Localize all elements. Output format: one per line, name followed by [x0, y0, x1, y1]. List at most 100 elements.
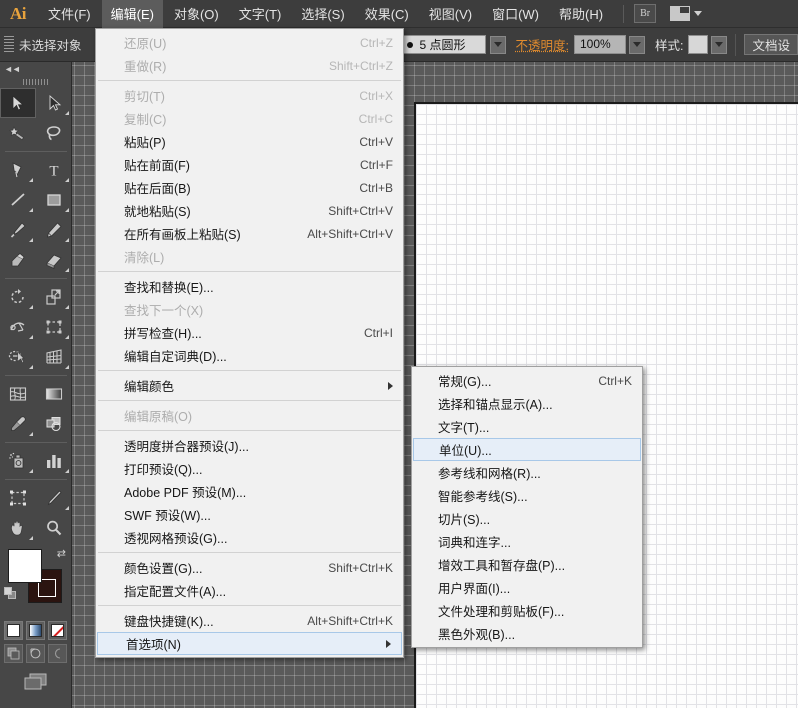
free-transform-tool[interactable]: [36, 312, 72, 342]
menu-effect[interactable]: 效果(C): [356, 0, 418, 28]
pen-tool[interactable]: [0, 155, 36, 185]
menu-item-keyboard-shortcuts[interactable]: 键盘快捷键(K)... Alt+Shift+Ctrl+K: [96, 609, 403, 632]
menu-item-perspective-grid-presets[interactable]: 透视网格预设(G)...: [96, 526, 403, 549]
blob-brush-tool[interactable]: [0, 245, 36, 275]
submenu-item-appearance-of-black[interactable]: 黑色外观(B)...: [412, 622, 642, 645]
screen-mode-button[interactable]: [0, 671, 71, 693]
menu-item-check-spelling[interactable]: 拼写检查(H)... Ctrl+I: [96, 321, 403, 344]
menu-item-print-presets[interactable]: 打印预设(Q)...: [96, 457, 403, 480]
menu-item-paste[interactable]: 粘贴(P) Ctrl+V: [96, 130, 403, 153]
submenu-item-type[interactable]: 文字(T)...: [412, 415, 642, 438]
menu-item-paste-in-front[interactable]: 贴在前面(F) Ctrl+F: [96, 153, 403, 176]
menu-item-edit-colors[interactable]: 编辑颜色: [96, 374, 403, 397]
brush-dropdown[interactable]: [490, 36, 506, 54]
control-bar-grip[interactable]: [4, 36, 14, 54]
type-tool[interactable]: T: [36, 155, 72, 185]
draw-behind-button[interactable]: [26, 644, 45, 663]
menu-view[interactable]: 视图(V): [420, 0, 481, 28]
toolbox-grip[interactable]: [0, 76, 71, 88]
document-setup-button[interactable]: 文档设: [744, 34, 798, 55]
brush-dot-icon: [407, 42, 413, 48]
menu-item-preferences[interactable]: 首选项(N): [97, 632, 402, 655]
menu-item-undo[interactable]: 还原(U) Ctrl+Z: [96, 31, 403, 54]
color-button[interactable]: [4, 621, 23, 640]
submenu-item-general[interactable]: 常规(G)... Ctrl+K: [412, 369, 642, 392]
menu-item-paste-in-place[interactable]: 就地粘贴(S) Shift+Ctrl+V: [96, 199, 403, 222]
menu-item-adobe-pdf-presets[interactable]: Adobe PDF 预设(M)...: [96, 480, 403, 503]
lasso-tool[interactable]: [36, 118, 72, 148]
width-tool[interactable]: [0, 312, 36, 342]
gradient-tool[interactable]: [36, 379, 72, 409]
menu-object[interactable]: 对象(O): [165, 0, 228, 28]
toolbox-collapse-button[interactable]: ◄◄: [0, 62, 71, 76]
menu-type[interactable]: 文字(T): [230, 0, 291, 28]
opacity-value[interactable]: 100%: [574, 35, 626, 54]
menu-item-redo[interactable]: 重做(R) Shift+Ctrl+Z: [96, 54, 403, 77]
menu-item-paste-on-all-artboards[interactable]: 在所有画板上粘贴(S) Alt+Shift+Ctrl+V: [96, 222, 403, 245]
submenu-item-file-handling-clipboard[interactable]: 文件处理和剪贴板(F)...: [412, 599, 642, 622]
menu-item-edit-custom-dictionary[interactable]: 编辑自定词典(D)...: [96, 344, 403, 367]
menu-file[interactable]: 文件(F): [39, 0, 100, 28]
submenu-item-slices[interactable]: 切片(S)...: [412, 507, 642, 530]
eraser-tool[interactable]: [36, 245, 72, 275]
submenu-item-selection-anchor-display[interactable]: 选择和锚点显示(A)...: [412, 392, 642, 415]
gradient-button[interactable]: [26, 621, 45, 640]
menu-help[interactable]: 帮助(H): [550, 0, 612, 28]
fill-swatch[interactable]: [8, 549, 42, 583]
slice-tool[interactable]: [36, 483, 72, 513]
mesh-tool[interactable]: [0, 379, 36, 409]
rotate-tool[interactable]: [0, 282, 36, 312]
menu-item-find-next[interactable]: 查找下一个(X): [96, 298, 403, 321]
scale-tool[interactable]: [36, 282, 72, 312]
magic-wand-tool[interactable]: [0, 118, 36, 148]
symbol-sprayer-tool[interactable]: [0, 446, 36, 476]
opacity-dropdown[interactable]: [629, 36, 645, 54]
draw-normal-button[interactable]: [4, 644, 23, 663]
rectangle-tool[interactable]: [36, 185, 72, 215]
opacity-label[interactable]: 不透明度:: [516, 35, 569, 54]
menu-item-clear[interactable]: 清除(L): [96, 245, 403, 268]
artboard-tool[interactable]: [0, 483, 36, 513]
submenu-item-user-interface[interactable]: 用户界面(I)...: [412, 576, 642, 599]
brush-definition-field[interactable]: 5 点圆形: [400, 35, 486, 54]
direct-selection-tool[interactable]: [36, 88, 72, 118]
menu-item-transparency-flattener-presets[interactable]: 透明度拼合器预设(J)...: [96, 434, 403, 457]
column-graph-tool[interactable]: [36, 446, 72, 476]
menu-item-cut[interactable]: 剪切(T) Ctrl+X: [96, 84, 403, 107]
arrange-documents-button[interactable]: [670, 6, 702, 21]
selection-tool[interactable]: [0, 88, 36, 118]
bridge-icon[interactable]: Br: [634, 4, 656, 23]
menu-select[interactable]: 选择(S): [292, 0, 353, 28]
line-segment-tool[interactable]: [0, 185, 36, 215]
hand-tool[interactable]: [0, 513, 36, 543]
menu-item-assign-profile[interactable]: 指定配置文件(A)...: [96, 579, 403, 602]
submenu-item-plugins-scratch-disks[interactable]: 增效工具和暂存盘(P)...: [412, 553, 642, 576]
submenu-item-guides-grid[interactable]: 参考线和网格(R)...: [412, 461, 642, 484]
menu-window[interactable]: 窗口(W): [483, 0, 548, 28]
menu-item-label: 查找和替换(E)...: [124, 277, 214, 296]
pencil-tool[interactable]: [36, 215, 72, 245]
submenu-item-smart-guides[interactable]: 智能参考线(S)...: [412, 484, 642, 507]
zoom-tool[interactable]: [36, 513, 72, 543]
submenu-item-hyphenation[interactable]: 词典和连字...: [412, 530, 642, 553]
style-swatch[interactable]: [688, 35, 708, 54]
menu-item-find-and-replace[interactable]: 查找和替换(E)...: [96, 275, 403, 298]
menu-item-copy[interactable]: 复制(C) Ctrl+C: [96, 107, 403, 130]
menu-edit[interactable]: 编辑(E): [102, 0, 163, 28]
eyedropper-tool[interactable]: [0, 409, 36, 439]
shape-builder-tool[interactable]: [0, 342, 36, 372]
menu-item-edit-original[interactable]: 编辑原稿(O): [96, 404, 403, 427]
submenu-item-units[interactable]: 单位(U)...: [413, 438, 641, 461]
menu-item-color-settings[interactable]: 颜色设置(G)... Shift+Ctrl+K: [96, 556, 403, 579]
menu-item-accelerator: Ctrl+X: [335, 89, 393, 103]
blend-tool[interactable]: [36, 409, 72, 439]
default-fill-stroke-icon[interactable]: [4, 587, 17, 600]
perspective-grid-tool[interactable]: [36, 342, 72, 372]
draw-inside-button[interactable]: [48, 644, 67, 663]
menu-item-paste-in-back[interactable]: 贴在后面(B) Ctrl+B: [96, 176, 403, 199]
none-button[interactable]: [48, 621, 67, 640]
style-dropdown[interactable]: [711, 36, 727, 54]
menu-item-swf-presets[interactable]: SWF 预设(W)...: [96, 503, 403, 526]
swap-fill-stroke-icon[interactable]: ⇄: [57, 547, 66, 560]
paintbrush-tool[interactable]: [0, 215, 36, 245]
